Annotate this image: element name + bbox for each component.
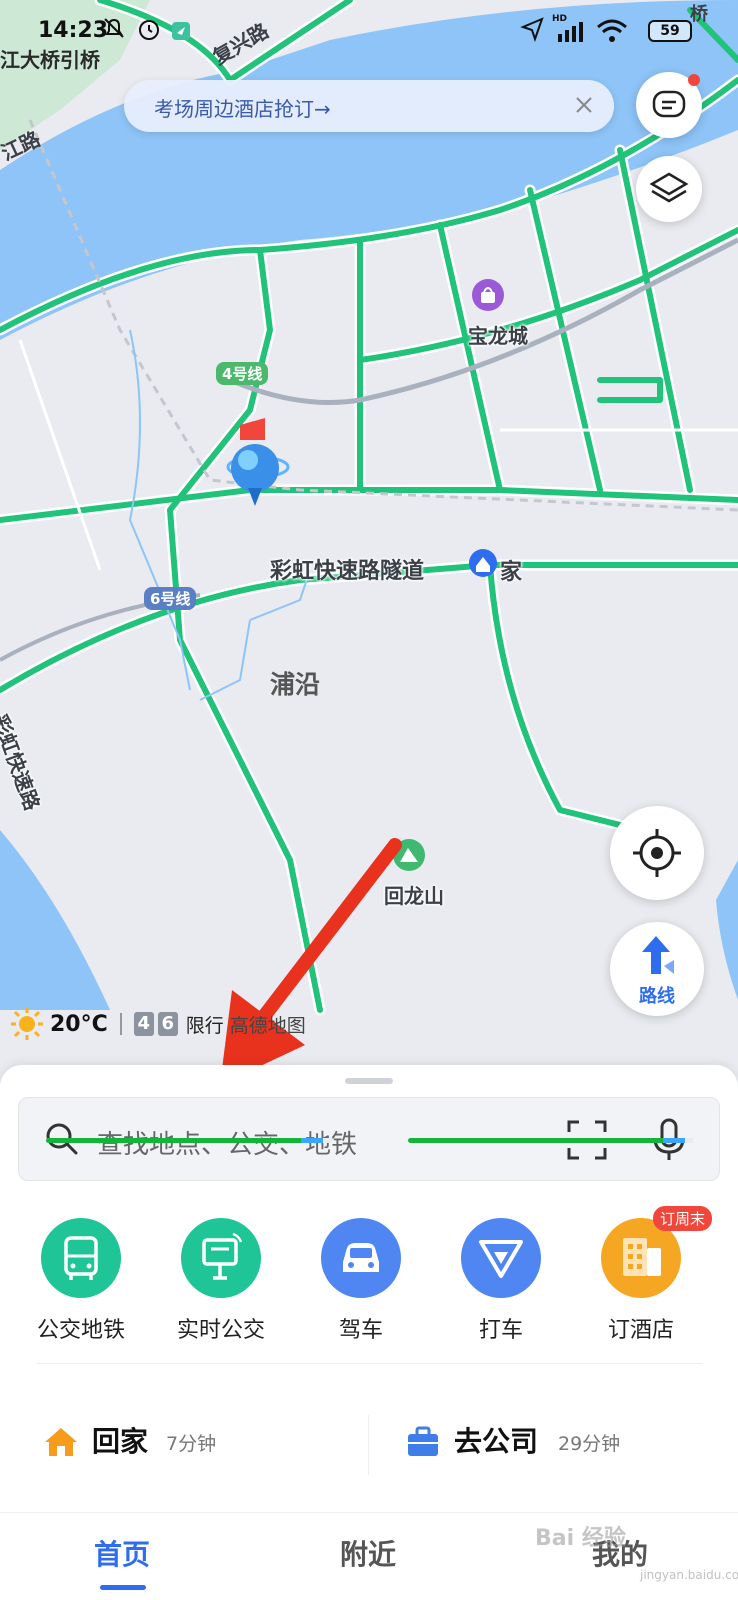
shortcut-home-title: 回家 [92, 1425, 149, 1458]
car-icon [343, 1243, 379, 1272]
watermark: Bai 经验 [535, 1526, 626, 1551]
shortcut-home-progress [46, 1138, 332, 1143]
bus-stop-icon [202, 1232, 243, 1280]
app-notification-icon [172, 22, 190, 40]
quick-action-label: 订酒店 [607, 1318, 674, 1343]
alarm-icon [139, 20, 159, 40]
sun-icon [11, 1008, 43, 1040]
progress-fill [408, 1138, 686, 1143]
map-label-puyan: 浦沿 [270, 670, 321, 699]
metro-line-6-badge: 6号线 [144, 587, 197, 610]
shortcut-home-time: 7分钟 [166, 1433, 217, 1455]
battery-indicator: 59 [648, 20, 692, 42]
route-arrow-icon [642, 936, 674, 974]
mute-bell-icon [104, 18, 124, 38]
shortcut-home[interactable]: 回家 7分钟 [44, 1420, 344, 1466]
sheet-drag-handle[interactable] [345, 1078, 393, 1084]
tab-nearby[interactable]: 附近 [340, 1533, 396, 1573]
tab-home[interactable]: 首页 [94, 1533, 150, 1573]
map-attribution: 高德地图 [229, 1014, 306, 1037]
bottom-tab-bar: 首页 附近 我的 [0, 1512, 738, 1600]
quick-action-drive[interactable]: 驾车 [301, 1218, 421, 1344]
status-time: 14:23 [38, 18, 109, 43]
wifi-icon [597, 19, 627, 42]
quick-action-circle[interactable] [181, 1218, 261, 1298]
message-button[interactable] [636, 72, 702, 138]
weather-divider [119, 1013, 122, 1035]
quick-action-transit[interactable]: 公交地铁 [21, 1218, 141, 1344]
layers-button[interactable] [636, 156, 702, 222]
map-label-home: 家 [500, 560, 523, 585]
quick-action-label: 驾车 [338, 1318, 383, 1343]
tab-active-indicator [100, 1585, 146, 1590]
progress-fill [46, 1138, 324, 1143]
locate-button[interactable] [610, 806, 704, 900]
quick-action-circle[interactable] [321, 1218, 401, 1298]
plate-digit: 6 [157, 1012, 178, 1036]
map-label-huilong: 回龙山 [384, 884, 444, 908]
quick-action-realtime-bus[interactable]: 实时公交 [161, 1218, 281, 1344]
bus-icon [64, 1236, 98, 1280]
signal-icon [558, 22, 583, 42]
hotel-promo-badge: 订周末 [653, 1206, 713, 1231]
quick-action-circle[interactable] [41, 1218, 121, 1298]
home-marker-icon[interactable] [469, 549, 497, 577]
briefcase-icon [408, 1426, 438, 1456]
unread-dot [688, 74, 700, 86]
crosshair-icon [633, 829, 681, 877]
map-label-baolong: 宝龙城 [468, 324, 528, 348]
weather-bar: 20°C 4 6 限行 高德地图 [10, 1004, 306, 1044]
route-button[interactable]: 路线 [610, 922, 704, 1016]
quick-action-label: 实时公交 [176, 1318, 265, 1343]
close-icon[interactable] [572, 93, 596, 117]
quick-action-taxi[interactable]: 打车 [441, 1218, 561, 1344]
quick-action-circle[interactable]: 订周末 [601, 1206, 713, 1298]
quick-action-hotel[interactable]: 订周末 订酒店 [581, 1206, 713, 1344]
shortcut-work-title: 去公司 [454, 1425, 539, 1458]
shortcut-work-time: 29分钟 [558, 1433, 621, 1455]
shortcut-divider [368, 1415, 369, 1475]
home-icon [45, 1428, 77, 1456]
plate-digit: 4 [133, 1012, 154, 1036]
route-button-label: 路线 [639, 986, 675, 1007]
shortcut-work[interactable]: 去公司 29分钟 [406, 1420, 706, 1466]
quick-action-circle[interactable] [461, 1218, 541, 1298]
temperature: 20°C [50, 1011, 108, 1037]
status-bar: 14:23 HD 59 [0, 0, 738, 64]
quick-action-label: 公交地铁 [36, 1318, 125, 1343]
section-divider [36, 1363, 702, 1364]
metro-line-4-badge: 4号线 [216, 362, 269, 385]
watermark-url: jingyan.baidu.com [640, 1568, 738, 1582]
map-label-rainbow-tunnel: 彩虹快速路隧道 [270, 559, 425, 584]
layers-icon [649, 172, 689, 203]
promo-banner[interactable]: 考场周边酒店抢订→ [124, 80, 614, 132]
shortcut-work-progress [408, 1138, 694, 1143]
traffic-limit-label: 限行 [185, 1014, 224, 1037]
shopping-marker-icon[interactable] [472, 279, 504, 311]
taxi-icon [479, 1240, 523, 1278]
promo-banner-text[interactable]: 考场周边酒店抢订→ [154, 93, 331, 122]
location-arrow-icon [520, 17, 544, 42]
quick-action-label: 打车 [478, 1318, 523, 1343]
